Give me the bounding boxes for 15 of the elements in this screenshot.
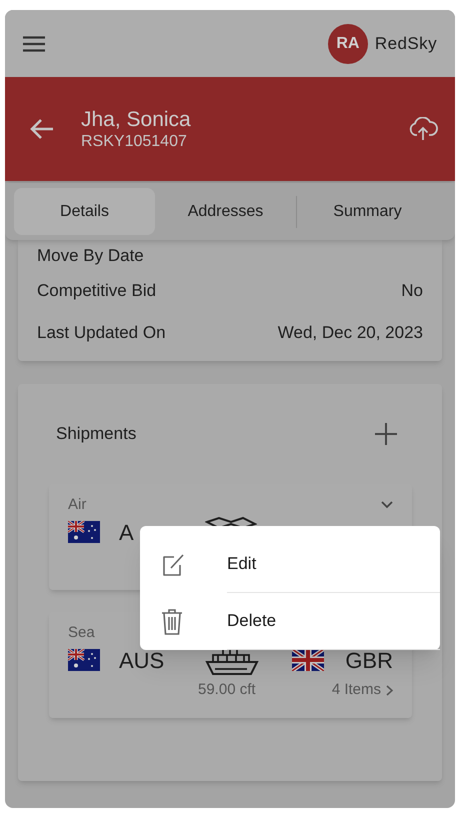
shipment-mode: Sea: [68, 622, 95, 643]
brand-name: RedSky: [374, 32, 437, 55]
client-name: Jha, Sonica: [81, 107, 192, 132]
field-value: No: [401, 280, 423, 302]
field-value: Wed, Dec 20, 2023: [278, 322, 423, 344]
shipment-volume: 59.00 cft: [198, 680, 256, 700]
field-label: Move By Date: [37, 244, 144, 266]
section-title: Shipments: [56, 423, 136, 446]
destination-country: GBR: [345, 646, 393, 674]
field-label: Competitive Bid: [37, 280, 156, 302]
origin-country: AUS: [119, 646, 164, 674]
move-id: RSKY1051407: [81, 132, 188, 151]
origin-country: A: [119, 518, 134, 546]
shipment-mode: Air: [68, 494, 86, 515]
field-label: Last Updated On: [37, 322, 166, 344]
